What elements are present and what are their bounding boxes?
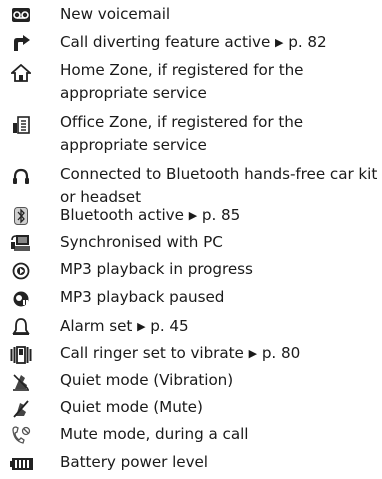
mp3-play-icon — [10, 262, 32, 280]
item-text: Call ringer set to vibrate — [60, 344, 244, 362]
home-zone-icon — [10, 64, 32, 82]
item-text: MP3 playback in progress — [60, 260, 253, 278]
office-zone-icon — [10, 116, 32, 134]
item-text: Quiet mode (Mute) — [60, 398, 203, 416]
status-icon-list: New voicemail Call diverting feature act… — [0, 0, 382, 479]
item-text: Quiet mode (Vibration) — [60, 371, 234, 389]
page-ref: p. 80 — [261, 344, 301, 362]
page-arrow-icon: ▶ — [188, 209, 198, 222]
item-text: Mute mode, during a call — [60, 425, 249, 443]
alarm-icon — [10, 318, 32, 336]
page-ref: p. 85 — [201, 206, 241, 224]
voicemail-icon — [10, 6, 32, 24]
page-arrow-icon: ▶ — [248, 347, 258, 360]
quiet-mute-icon — [10, 400, 32, 418]
headset-icon — [10, 168, 32, 186]
page-arrow-icon: ▶ — [275, 36, 284, 49]
vibrate-icon — [10, 346, 32, 364]
page-arrow-icon: ▶ — [137, 320, 146, 333]
quiet-vibration-icon — [10, 373, 32, 391]
item-text: Battery power level — [60, 453, 208, 471]
mic-mute-icon — [10, 426, 32, 444]
item-text: Alarm set — [60, 317, 133, 335]
pc-sync-icon — [10, 234, 32, 252]
page-ref: p. 82 — [288, 33, 327, 51]
item-text: Connected to Bluetooth hands-free car ki… — [60, 165, 378, 206]
item-text: Bluetooth active — [60, 206, 184, 224]
battery-icon — [10, 455, 34, 473]
item-text: MP3 playback paused — [60, 288, 225, 306]
item-text: Office Zone, if registered for the appro… — [60, 113, 304, 154]
item-text: New voicemail — [60, 5, 171, 23]
item-text: Home Zone, if registered for the appropr… — [60, 61, 304, 102]
page-ref: p. 45 — [150, 317, 189, 335]
item-text: Call diverting feature active — [60, 33, 271, 51]
bluetooth-icon — [10, 207, 32, 225]
item-text: Synchronised with PC — [60, 233, 223, 251]
mp3-pause-icon — [10, 290, 32, 308]
call-divert-icon — [10, 34, 32, 52]
